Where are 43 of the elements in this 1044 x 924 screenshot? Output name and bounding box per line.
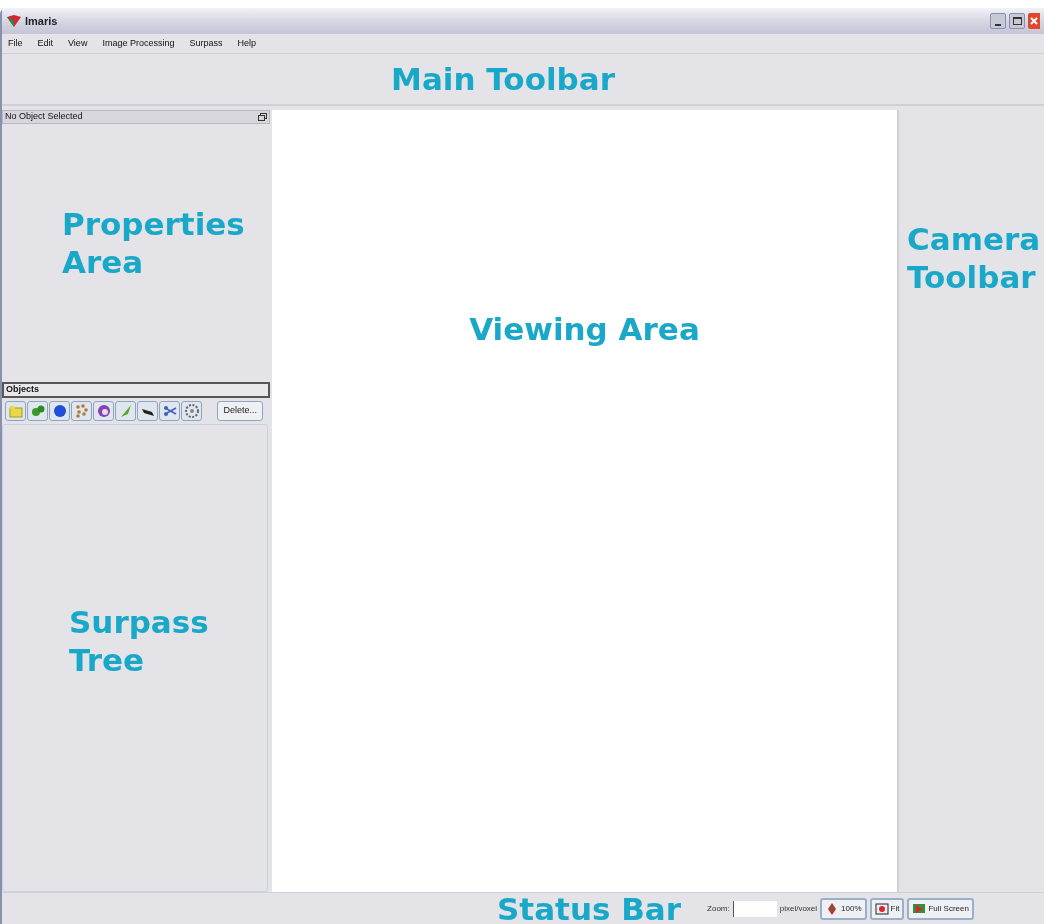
zoom-label: Zoom: xyxy=(707,902,730,915)
properties-title: No Object Selected xyxy=(5,110,83,124)
properties-annotation: Properties xyxy=(62,205,246,243)
minimize-button[interactable] xyxy=(990,13,1006,29)
menu-item[interactable]: View xyxy=(68,36,88,51)
properties-annotation: Area xyxy=(62,243,145,281)
zoom-unit: pixel/voxel xyxy=(779,902,818,915)
leaf-cluster-icon xyxy=(29,403,46,419)
delete-button[interactable]: Delete... xyxy=(217,401,263,421)
sphere-icon xyxy=(51,403,68,419)
ring-icon xyxy=(95,403,112,419)
status-bar-annotation: Status Bar xyxy=(497,889,682,924)
scissors-icon xyxy=(161,403,178,419)
main-toolbar-annotation: Main Toolbar xyxy=(391,60,615,98)
camera-toolbar-annotation: Camera xyxy=(907,220,1042,258)
zoom-button[interactable]: 100% xyxy=(820,897,867,920)
dots-icon xyxy=(73,403,90,419)
menu-item[interactable]: File xyxy=(8,36,23,51)
camera-toolbar-annotation: Toolbar xyxy=(907,258,1037,296)
maximize-icon xyxy=(1012,17,1022,25)
surpass-tree-annotation: Surpass xyxy=(69,603,210,641)
menu-item[interactable]: Surpass xyxy=(189,36,223,51)
viewing-area-annotation: Viewing Area xyxy=(469,310,700,349)
zoom-button[interactable]: Fit xyxy=(869,897,905,920)
gear-icon xyxy=(183,403,200,419)
window-title: Imaris xyxy=(25,13,58,29)
minimize-icon xyxy=(995,24,1001,26)
full-screen-icon xyxy=(912,902,927,915)
menu-item[interactable]: Edit xyxy=(37,36,54,51)
restore-icon xyxy=(258,113,267,121)
objects-title: Objects xyxy=(6,383,39,397)
surpass-tree-annotation: Tree xyxy=(69,641,146,679)
object-tool-button[interactable] xyxy=(137,401,158,421)
close-button[interactable] xyxy=(1028,13,1040,29)
fit-icon xyxy=(874,902,889,915)
close-icon xyxy=(1030,17,1038,25)
maximize-button[interactable] xyxy=(1009,13,1025,29)
folder-icon xyxy=(7,403,24,419)
zoom-button[interactable]: Full Screen xyxy=(907,897,974,920)
menu-item[interactable]: Help xyxy=(237,36,256,51)
zoom-field[interactable] xyxy=(732,900,777,917)
menu-item[interactable]: Image Processing xyxy=(102,36,175,51)
app-logo-icon xyxy=(6,15,22,27)
